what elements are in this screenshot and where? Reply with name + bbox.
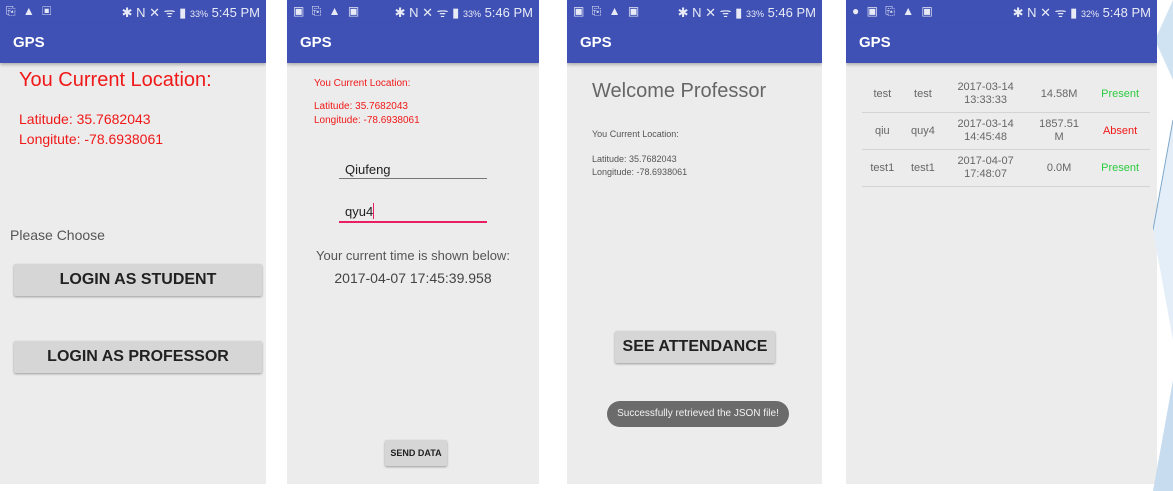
table-row[interactable]: test test 2017-03-14 13:33:33 14.58M Pres… xyxy=(862,76,1150,113)
send-data-button[interactable]: SEND DATA xyxy=(385,440,447,466)
latitude-text: Latitude: 35.7682043 xyxy=(314,101,408,112)
notification-icons: ▣ ⎘ ▲ ▣ xyxy=(293,4,362,18)
app-title: GPS xyxy=(846,23,1157,63)
password-input[interactable]: qyu4 xyxy=(345,204,373,219)
location-heading: You Current Location: xyxy=(314,78,411,89)
timestamp: 2017-03-14 14:45:48 xyxy=(943,112,1028,150)
toast-message: Successfully retrieved the JSON file! xyxy=(607,401,789,427)
status-bar: ▣ ⎘ ▲ ▣ ✱ N ✕ ᯤ ▮ 33% 5:46 PM xyxy=(287,0,539,23)
battery-percent: 33% xyxy=(462,9,481,19)
password-underline xyxy=(339,221,487,223)
app-title: GPS xyxy=(287,23,539,63)
system-icons: ✱ N ✕ ᯤ ▮ 33% 5:46 PM xyxy=(395,3,533,21)
student-name: test xyxy=(862,76,903,113)
distance: 14.58M xyxy=(1027,76,1091,113)
app-title: GPS xyxy=(567,23,822,63)
phone-screen-login: ⎘ ▲ ▣ ✱ N ✕ ᯤ ▮ 33% 5:45 PM GPS You Curr… xyxy=(0,0,266,484)
latitude-text: Latitude: 35.7682043 xyxy=(19,111,151,127)
distance: 1857.51 M xyxy=(1027,112,1091,150)
distance: 0.0M xyxy=(1027,149,1091,187)
username-input[interactable]: Qiufeng xyxy=(345,162,391,177)
student-name: test1 xyxy=(862,149,903,187)
bluetooth-wifi-signal-icons: ✱ N ✕ ᯤ ▮ xyxy=(1012,5,1078,20)
text-cursor xyxy=(373,203,374,219)
latitude-text: Latitude: 35.7682043 xyxy=(592,154,677,164)
longitude-text: Longitute: -78.6938061 xyxy=(19,131,164,147)
bluetooth-wifi-signal-icons: ✱ N ✕ ᯤ ▮ xyxy=(121,5,187,20)
system-icons: ✱ N ✕ ᯤ ▮ 33% 5:45 PM xyxy=(122,3,260,21)
notification-icons: ⎘ ▲ ▣ xyxy=(6,4,54,18)
bluetooth-wifi-signal-icons: ✱ N ✕ ᯤ ▮ xyxy=(394,5,460,20)
username-underline xyxy=(339,178,487,179)
attendance-table: test test 2017-03-14 13:33:33 14.58M Pres… xyxy=(862,76,1150,187)
phone-screen-student: ▣ ⎘ ▲ ▣ ✱ N ✕ ᯤ ▮ 33% 5:46 PM GPS You Cu… xyxy=(287,0,539,484)
notification-icons: ● ▣ ⎘ ▲ ▣ xyxy=(852,4,935,18)
longitude-text: Longitude: -78.6938061 xyxy=(314,115,420,126)
location-heading: You Current Location: xyxy=(592,129,679,139)
longitude-text: Longitude: -78.6938061 xyxy=(592,167,688,177)
login-as-student-button[interactable]: LOGIN AS STUDENT xyxy=(14,264,262,296)
student-name: qiu xyxy=(862,112,903,150)
welcome-heading: Welcome Professor xyxy=(592,80,767,102)
status-bar: ▣ ⎘ ▲ ▣ ✱ N ✕ ᯤ ▮ 33% 5:46 PM xyxy=(567,0,822,23)
clock: 5:46 PM xyxy=(484,5,533,20)
student-password: quy4 xyxy=(902,112,944,150)
table-row[interactable]: test1 test1 2017-04-07 17:48:07 0.0M Pres… xyxy=(862,149,1150,187)
battery-percent: 33% xyxy=(189,9,208,19)
time-label: Your current time is shown below: xyxy=(316,248,510,263)
clock: 5:45 PM xyxy=(211,5,260,20)
status-bar: ● ▣ ⎘ ▲ ▣ ✱ N ✕ ᯤ ▮ 32% 5:48 PM xyxy=(846,0,1157,23)
app-title: GPS xyxy=(0,23,266,63)
location-heading: You Current Location: xyxy=(19,69,212,91)
status-present: Present xyxy=(1090,149,1150,187)
phone-screen-attendance: ● ▣ ⎘ ▲ ▣ ✱ N ✕ ᯤ ▮ 32% 5:48 PM GPS test… xyxy=(846,0,1157,484)
timestamp: 2017-03-14 13:33:33 xyxy=(943,76,1028,113)
timestamp: 2017-04-07 17:48:07 xyxy=(943,149,1028,187)
table-row[interactable]: qiu quy4 2017-03-14 14:45:48 1857.51 M Abs… xyxy=(862,112,1150,150)
clock: 5:48 PM xyxy=(1102,5,1151,20)
status-absent: Absent xyxy=(1090,112,1150,150)
bluetooth-wifi-signal-icons: ✱ N ✕ ᯤ ▮ xyxy=(677,5,743,20)
please-choose-label: Please Choose xyxy=(10,227,105,243)
system-icons: ✱ N ✕ ᯤ ▮ 33% 5:46 PM xyxy=(678,3,816,21)
see-attendance-button[interactable]: SEE ATTENDANCE xyxy=(615,331,775,363)
status-bar: ⎘ ▲ ▣ ✱ N ✕ ᯤ ▮ 33% 5:45 PM xyxy=(0,0,266,23)
decorative-slide-edge xyxy=(1153,0,1173,491)
notification-icons: ▣ ⎘ ▲ ▣ xyxy=(573,4,642,18)
phone-screen-professor: ▣ ⎘ ▲ ▣ ✱ N ✕ ᯤ ▮ 33% 5:46 PM GPS Welcom… xyxy=(567,0,822,484)
battery-percent: 33% xyxy=(745,9,764,19)
system-icons: ✱ N ✕ ᯤ ▮ 32% 5:48 PM xyxy=(1013,3,1151,21)
status-present: Present xyxy=(1090,76,1150,113)
battery-percent: 32% xyxy=(1080,9,1099,19)
student-password: test xyxy=(902,76,944,113)
student-password: test1 xyxy=(902,149,944,187)
clock: 5:46 PM xyxy=(767,5,816,20)
login-as-professor-button[interactable]: LOGIN AS PROFESSOR xyxy=(14,341,262,373)
time-value: 2017-04-07 17:45:39.958 xyxy=(334,270,492,286)
